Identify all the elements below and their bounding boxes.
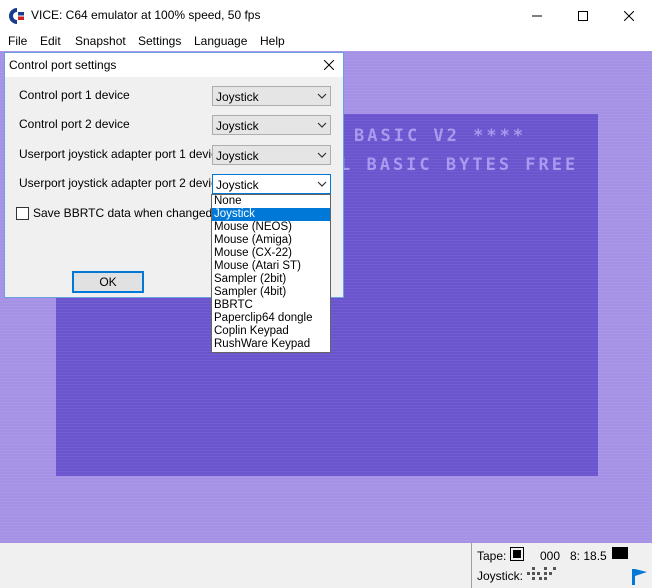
dropdown-option-mouse-atari-st[interactable]: Mouse (Atari ST) [212,260,330,273]
chevron-down-icon [317,181,327,187]
commodore-logo-icon [9,8,24,24]
maximize-icon [578,10,588,21]
joystick-label: Joystick: [477,569,524,583]
dropdown-option-paperclip64[interactable]: Paperclip64 dongle [212,312,330,325]
drive-status: 8: 18.5 [570,549,607,563]
menu-snapshot[interactable]: Snapshot [75,34,126,48]
save-bbrtc-checkbox[interactable] [16,207,29,220]
dialog-title-bar: Control port settings [5,53,343,77]
joystick-indicator-icon [527,567,556,580]
control-port-2-value: Joystick [216,119,259,133]
dropdown-option-coplin-keypad[interactable]: Coplin Keypad [212,325,330,338]
userport-adapter-port-2-label: Userport joystick adapter port 2 device [19,176,224,190]
close-button[interactable] [606,0,652,31]
c64-text-line-1: BASIC V2 **** [354,126,527,146]
tape-stop-icon [510,547,524,561]
dropdown-option-rushware-keypad[interactable]: RushWare Keypad [212,338,330,351]
dialog-title: Control port settings [9,58,117,72]
save-bbrtc-label[interactable]: Save BBRTC data when changed [33,206,212,220]
control-port-1-label: Control port 1 device [19,88,130,102]
status-bar: Tape: 000 8: 18.5 Joystick: [0,543,652,588]
c64-text-line-2: L BASIC BYTES FREE [340,155,579,175]
chevron-down-icon [317,152,327,158]
title-bar: VICE: C64 emulator at 100% speed, 50 fps [0,0,652,31]
menu-settings[interactable]: Settings [138,34,181,48]
minimize-icon [532,15,542,16]
dropdown-option-none[interactable]: None [212,195,330,208]
userport-adapter-port-1-label: Userport joystick adapter port 1 device [19,147,224,161]
menu-file[interactable]: File [8,34,27,48]
userport-adapter-port-1-value: Joystick [216,149,259,163]
maximize-button[interactable] [560,0,606,31]
resize-grip-icon[interactable] [632,563,648,585]
dialog-close-button[interactable] [315,53,343,77]
control-port-1-value: Joystick [216,90,259,104]
menu-language[interactable]: Language [194,34,247,48]
chevron-down-icon [317,93,327,99]
window-title: VICE: C64 emulator at 100% speed, 50 fps [31,8,261,22]
drive-led-icon [612,547,628,559]
tape-label: Tape: [477,549,507,563]
control-port-1-select[interactable]: Joystick [212,86,331,106]
status-divider [471,543,472,588]
menu-edit[interactable]: Edit [40,34,61,48]
menu-bar: File Edit Snapshot Settings Language Hel… [0,31,652,51]
dropdown-option-mouse-amiga[interactable]: Mouse (Amiga) [212,234,330,247]
device-dropdown-list: None Joystick Mouse (NEOS) Mouse (Amiga)… [211,194,331,353]
tape-counter: 000 [540,549,561,563]
close-icon [624,10,634,21]
control-port-2-label: Control port 2 device [19,117,130,131]
userport-adapter-port-2-select[interactable]: Joystick [212,174,331,194]
dropdown-option-sampler-2bit[interactable]: Sampler (2bit) [212,273,330,286]
close-icon [324,60,334,70]
dropdown-option-sampler-4bit[interactable]: Sampler (4bit) [212,286,330,299]
chevron-down-icon [317,122,327,128]
dropdown-option-bbrtc[interactable]: BBRTC [212,299,330,312]
minimize-button[interactable] [514,0,560,31]
userport-adapter-port-2-value: Joystick [216,178,259,192]
userport-adapter-port-1-select[interactable]: Joystick [212,145,331,165]
dropdown-option-mouse-cx22[interactable]: Mouse (CX-22) [212,247,330,260]
menu-help[interactable]: Help [260,34,285,48]
dropdown-option-joystick[interactable]: Joystick [212,208,330,221]
control-port-2-select[interactable]: Joystick [212,115,331,135]
ok-button[interactable]: OK [72,271,144,293]
dropdown-option-mouse-neos[interactable]: Mouse (NEOS) [212,221,330,234]
